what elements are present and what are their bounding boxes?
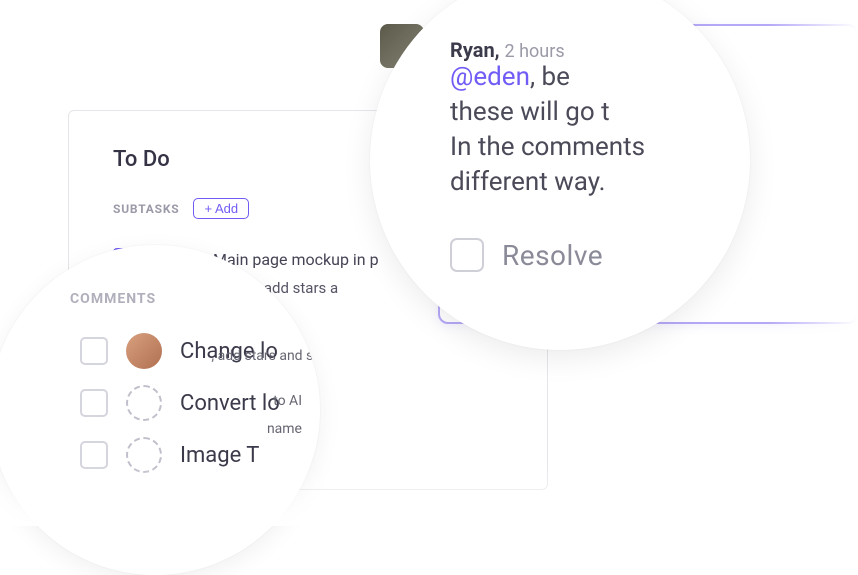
comment-line: different way.: [450, 165, 730, 200]
avatar-placeholder-icon[interactable]: [126, 437, 162, 473]
comment-meta-large: Ryan, 2 hours: [450, 38, 730, 62]
mention[interactable]: @eden: [450, 62, 530, 92]
avatar-placeholder-icon[interactable]: [126, 385, 162, 421]
comment-author: Ryan,: [450, 38, 500, 62]
add-subtask-button[interactable]: + Add: [193, 198, 249, 219]
comment-text: Image T: [180, 443, 259, 468]
checkbox-icon[interactable]: [80, 441, 108, 469]
comment-body-large: @eden, be these will go t In the comment…: [450, 60, 730, 200]
comment-text: Convert lo: [180, 391, 280, 416]
resolve-label: Resolve: [502, 239, 603, 272]
resolve-action[interactable]: Resolve: [450, 238, 730, 272]
partial-text: , be: [530, 62, 570, 92]
subtasks-label: SUBTASKS: [113, 202, 179, 216]
comment-time: 2 hours: [505, 41, 565, 62]
comment-line: In the comments: [450, 130, 730, 165]
partial-text: name: [267, 421, 302, 437]
partial-text: to AI: [273, 393, 302, 409]
checkbox-icon[interactable]: [450, 238, 484, 272]
checkbox-icon[interactable]: [80, 389, 108, 417]
partial-text: , add stars and stri: [211, 348, 320, 364]
checkbox-icon[interactable]: [80, 337, 108, 365]
avatar: [126, 333, 162, 369]
subtask-text: Main page mockup in p: [213, 250, 379, 269]
comment-line: these will go t: [450, 95, 730, 130]
comments-header: COMMENTS: [70, 291, 300, 307]
